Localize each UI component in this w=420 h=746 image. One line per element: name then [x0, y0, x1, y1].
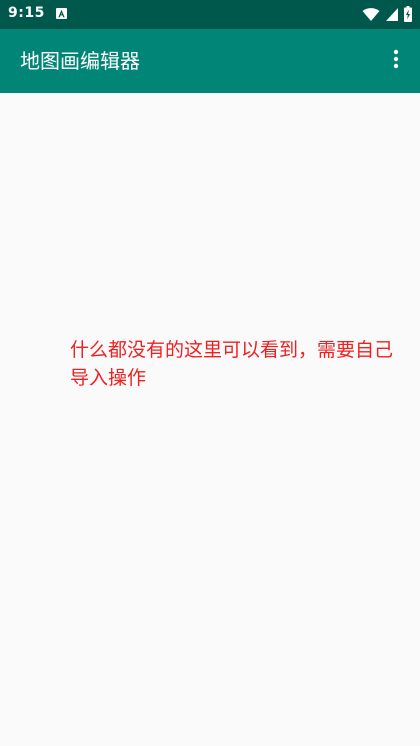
status-time: 9:15	[8, 5, 45, 21]
wifi-icon	[362, 7, 380, 22]
empty-state-message: 什么都没有的这里可以看到，需要自己导入操作	[70, 339, 394, 389]
main-content: 什么都没有的这里可以看到，需要自己导入操作	[0, 93, 420, 746]
cell-signal-icon	[385, 7, 399, 22]
battery-charging-icon	[404, 6, 412, 22]
overflow-menu-button[interactable]	[384, 45, 408, 77]
app-title: 地图画编辑器	[20, 49, 140, 73]
a-icon	[56, 8, 67, 19]
app-bar: 地图画编辑器	[0, 29, 420, 93]
status-icons	[362, 6, 412, 22]
status-bar: 9:15	[0, 0, 420, 29]
more-vert-icon	[393, 49, 399, 73]
